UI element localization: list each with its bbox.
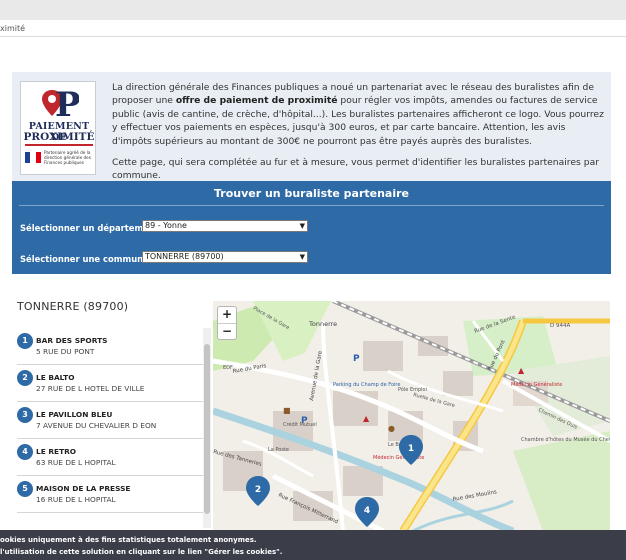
results-list: 1 BAR DES SPORTS 5 RUE DU PONT 2 LE BALTO 27… [17,328,203,513]
map-label-parking: Parking du Champ de Foire [333,382,400,388]
list-item[interactable]: 3 LE PAVILLON BLEU 7 AVENUE DU CHEVALIER D… [17,402,203,439]
logo-divider [25,144,93,146]
zoom-in-button[interactable]: + [218,307,236,323]
chevron-down-icon: ▼ [299,222,305,230]
paiement-proximite-logo: P PAIEMENT DE PROXIMITÉ Partenaire agréé… [20,81,96,175]
svg-text:●: ● [388,424,395,433]
department-select-value: 89 - Yonne [145,221,187,230]
commune-title: TONNERRE (89700) [17,300,129,313]
map-marker-label: 4 [364,506,370,516]
chevron-down-icon: ▼ [299,253,305,261]
scrollbar-thumb[interactable] [204,344,210,514]
map-label-medecin-1: Médecin Généraliste [511,381,562,388]
result-number: 1 [17,333,33,349]
result-name: BAR DES SPORTS [36,336,108,345]
result-number: 5 [17,481,33,497]
result-address: 5 RUE DU PONT [36,347,95,356]
svg-text:▲: ▲ [363,414,370,423]
list-item[interactable]: 4 LE RETRO 63 RUE DE L HOPITAL [17,439,203,476]
svg-text:■: ■ [283,406,291,415]
logo-small-text: Partenaire agréé de la direction général… [44,150,91,165]
result-name: LE PAVILLON BLEU [36,410,113,419]
list-item[interactable]: 1 BAR DES SPORTS 5 RUE DU PONT [17,328,203,365]
location-pin-icon: P [42,86,79,122]
map-label-d944a: D 944A [550,323,570,329]
commune-select-value: TONNERRE (89700) [145,252,224,261]
map-label-credit: Crédit Mutuel [283,421,317,428]
intro-paragraph-2: Cette page, qui sera complétée au fur et… [112,157,599,182]
map[interactable]: P P ▲ ▲ ■ ● Tonnerre Rue de la Sente D 9… [213,301,610,531]
cookie-line-1: ookies uniquement à des fins statistique… [0,536,257,544]
result-address: 63 RUE DE L HOPITAL [36,458,116,467]
svg-text:P: P [55,86,79,122]
department-select[interactable]: 89 - Yonne ▼ [142,220,308,232]
result-name: LE BALTO [36,373,75,382]
intro-p1-bold: offre de paiement de proximité [175,95,338,107]
results-scrollbar[interactable] [203,328,211,528]
result-number: 3 [17,407,33,423]
result-number: 4 [17,444,33,460]
cookie-line-2: l'utilisation de cette solution en cliqu… [0,548,283,556]
map-label-pole-emploi: Pôle Emploi [398,386,427,393]
map-label-musee: Chambre d'hôtes du Musée du Chevalier d'… [521,435,610,443]
commune-select[interactable]: TONNERRE (89700) ▼ [142,251,308,263]
svg-text:P: P [353,354,360,364]
logo-line2: PROXIMITÉ [23,131,95,143]
map-label-poste: La Poste [268,447,289,453]
map-canvas[interactable]: P P ▲ ▲ ■ ● Tonnerre Rue de la Sente D 9… [213,301,610,531]
intro-paragraph-1: La direction générale des Finances publi… [112,81,604,148]
finder-panel: Trouver un buraliste partenaire Sélectio… [12,181,611,274]
browser-toolbar [0,0,626,20]
intro-text: La direction générale des Finances publi… [112,81,604,191]
marianne-flag-icon [25,152,41,163]
list-item[interactable]: 5 MAISON DE LA PRESSE 16 RUE DE L HOPITAL [17,476,203,513]
map-marker-label: 2 [255,485,261,495]
commune-label: Sélectionner une commune : [20,254,156,264]
finder-divider [19,205,604,206]
breadcrumb: ximité [0,20,626,37]
breadcrumb-text: ximité [0,24,26,33]
result-number: 2 [17,370,33,386]
map-zoom-control: + − [217,306,237,340]
result-address: 27 RUE DE L HOTEL DE VILLE [36,384,145,393]
map-label-tonnerre: Tonnerre [308,320,337,328]
zoom-out-button[interactable]: − [218,324,236,340]
map-label-edf: EDF [223,365,233,371]
svg-text:▲: ▲ [518,366,525,375]
result-name: LE RETRO [36,447,77,456]
finder-title: Trouver un buraliste partenaire [213,187,410,200]
result-name: MAISON DE LA PRESSE [36,484,131,493]
cookie-banner: ookies uniquement à des fins statistique… [0,530,626,560]
result-address: 7 AVENUE DU CHEVALIER D EON [36,421,157,430]
result-address: 16 RUE DE L HOPITAL [36,495,116,504]
list-item[interactable]: 2 LE BALTO 27 RUE DE L HOTEL DE VILLE [17,365,203,402]
map-marker-label: 1 [408,444,414,454]
